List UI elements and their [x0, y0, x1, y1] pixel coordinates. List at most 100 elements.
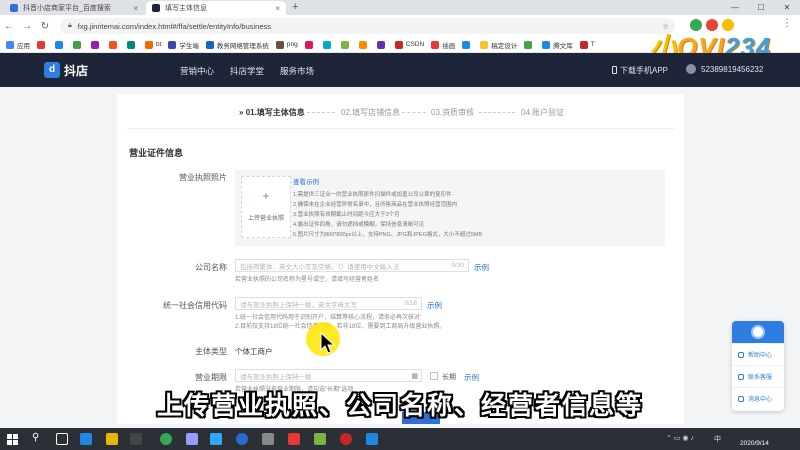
- bookmark-item[interactable]: [462, 40, 473, 49]
- nav-marketing-center[interactable]: 营销中心: [180, 65, 214, 77]
- premiere-icon[interactable]: [186, 433, 198, 445]
- company-name-hint: 若营业执照的公司名称为星号或空，请填写经营者姓名: [235, 277, 380, 283]
- bookmark-item[interactable]: [322, 40, 334, 49]
- calendar-icon[interactable]: ▦: [411, 372, 418, 380]
- help-icon: [738, 351, 744, 358]
- photoshop-icon[interactable]: [210, 433, 222, 445]
- license-tip: 3.营业执照有效期截止时间距今应大于3个月: [293, 212, 400, 218]
- clock-date[interactable]: 2020/9/14: [740, 440, 769, 447]
- char-counter: 0/30: [451, 262, 464, 269]
- tab-title: 填写主体信息: [165, 5, 207, 12]
- bookmark-favicon-icon: [480, 40, 489, 49]
- bookmark-item[interactable]: [55, 40, 66, 49]
- bookmark-favicon-icon: [127, 40, 135, 49]
- view-example-link[interactable]: 查看示例: [293, 178, 482, 188]
- section-title: 营业证件信息: [129, 148, 184, 158]
- user-account[interactable]: 52389819456232: [686, 64, 763, 74]
- contact-support-button[interactable]: 联系客服: [732, 365, 784, 387]
- browser-tab-entity-info[interactable]: 填写主体信息 ×: [146, 1, 286, 15]
- reload-icon[interactable]: ↻: [36, 21, 54, 32]
- bookmark-item[interactable]: 应用: [6, 40, 30, 50]
- bookmark-item[interactable]: 腾文库: [542, 40, 573, 50]
- bookmark-item[interactable]: 学生端: [168, 40, 199, 50]
- address-bar[interactable]: 🔒︎ fxg.jinritemai.com/index.html#/ffa/se…: [60, 18, 675, 34]
- credit-hint-line: 1.统一社会信用代码用于识别开户，结算等核心流程，请务必再次核对;: [235, 315, 422, 321]
- bookmark-item[interactable]: CSDN: [394, 40, 425, 49]
- maximize-icon[interactable]: ☐: [748, 0, 774, 15]
- close-tab-icon[interactable]: ×: [275, 4, 280, 13]
- bookmark-favicon-icon: [6, 40, 14, 49]
- bookmark-item[interactable]: [304, 40, 316, 49]
- minimize-icon[interactable]: —: [722, 0, 748, 15]
- file-explorer-icon[interactable]: [106, 433, 118, 445]
- forward-arrow-icon[interactable]: →: [18, 21, 36, 32]
- bookmark-item[interactable]: [37, 40, 48, 49]
- term-example-link[interactable]: 示例: [464, 372, 479, 383]
- credit-code-input[interactable]: 请与营业执照上保持一致，英文字母大写 0/18: [235, 297, 422, 310]
- bookmark-item[interactable]: 教务网络管理系统: [205, 40, 269, 50]
- bookmark-item[interactable]: [73, 40, 84, 49]
- app-icon[interactable]: [130, 433, 142, 445]
- bookmark-favicon-icon: [37, 40, 45, 49]
- ie-icon[interactable]: [80, 433, 92, 445]
- windows-start-icon[interactable]: [7, 434, 18, 445]
- new-tab-button[interactable]: +: [292, 1, 298, 13]
- download-app-link[interactable]: 下载手机APP: [612, 65, 668, 76]
- company-name-input[interactable]: 包括简繁体、英文大小写及空格、（）请使用中文输入法 0/30: [235, 259, 469, 272]
- app-icon[interactable]: [366, 433, 378, 445]
- bookmark-favicon-icon: [145, 40, 153, 49]
- step-3: 03.资质审核: [431, 108, 475, 117]
- close-window-icon[interactable]: ✕: [774, 0, 800, 15]
- credit-example-link[interactable]: 示例: [427, 300, 442, 311]
- close-tab-icon[interactable]: ×: [133, 4, 138, 13]
- long-term-checkbox[interactable]: [430, 372, 438, 380]
- bookmark-item[interactable]: [524, 40, 535, 49]
- app-icon[interactable]: [236, 433, 248, 445]
- license-requirements: 查看示例 1.需提供三证合一的营业执照原件扫描件或加盖公司公章的复印件 2.确保…: [293, 178, 482, 240]
- app-icon[interactable]: [288, 433, 300, 445]
- bookmark-item[interactable]: [109, 40, 120, 49]
- entity-info-form-card: » 01.填写主体信息 02.填写店铺信息 03.资质审核 04.账户验证 营业…: [117, 94, 684, 424]
- app-icon[interactable]: [262, 433, 274, 445]
- bookmark-favicon-icon: [376, 40, 385, 49]
- bookmark-item[interactable]: 插画: [431, 40, 455, 50]
- chrome-icon[interactable]: [160, 433, 172, 445]
- step-active-icon: »: [239, 108, 244, 117]
- bookmark-favicon-icon: [394, 40, 403, 49]
- license-upload-area: + 上传营业执照 查看示例 1.需提供三证合一的营业执照原件扫描件或加盖公司公章…: [235, 170, 665, 246]
- nav-service-market[interactable]: 服务市场: [280, 65, 314, 77]
- bookmark-item[interactable]: T: [579, 40, 595, 49]
- input-language[interactable]: 中: [714, 434, 721, 444]
- bookmark-label: CSDN: [405, 41, 425, 48]
- bookmark-item[interactable]: [340, 40, 352, 49]
- bookmark-item[interactable]: png: [275, 40, 298, 49]
- bookmark-item[interactable]: [127, 40, 138, 49]
- help-center-button[interactable]: 帮助中心: [732, 343, 784, 365]
- bookmark-item[interactable]: [91, 40, 102, 49]
- business-term-date-input[interactable]: 请与营业执照上保持一致 ▦: [235, 369, 422, 382]
- browser-tab-baidu[interactable]: 抖音小店商家平台_百度搜索 ×: [4, 1, 144, 15]
- task-view-icon[interactable]: [56, 433, 68, 445]
- license-tip: 5.图片尺寸为800*800px以上，支持PNG、JPG和JPEG格式，大小不超…: [293, 232, 483, 238]
- upload-license-button[interactable]: + 上传营业执照: [241, 176, 291, 238]
- bookmark-item[interactable]: [376, 40, 388, 49]
- bookmark-item[interactable]: [358, 40, 370, 49]
- back-arrow-icon[interactable]: ←: [0, 21, 18, 32]
- doudian-logo-icon[interactable]: d: [44, 62, 60, 78]
- company-example-link[interactable]: 示例: [474, 262, 489, 273]
- bookmark-item[interactable]: 稿定设计: [480, 40, 517, 50]
- recorder-icon[interactable]: [340, 433, 352, 445]
- bookmark-label: 应用: [17, 42, 30, 50]
- logo-text[interactable]: 抖店: [64, 62, 88, 79]
- url-text: fxg.jinritemai.com/index.html#/ffa/settl…: [77, 21, 272, 31]
- company-name-placeholder: 包括简繁体、英文大小写及空格、（）请使用中文输入法: [240, 263, 400, 271]
- tray-icons[interactable]: ⌃ ▭ ◉ ♪: [666, 434, 694, 442]
- divider: [127, 128, 674, 129]
- browser-menu-icon[interactable]: ⋮: [782, 18, 792, 29]
- nav-doudian-school[interactable]: 抖店学堂: [230, 65, 264, 77]
- bookmark-item[interactable]: bt: [145, 40, 161, 49]
- app-icon[interactable]: [314, 433, 326, 445]
- upload-license-label: 上传营业执照: [247, 216, 284, 222]
- bookmark-favicon-icon: [524, 40, 533, 49]
- search-icon[interactable]: ⚲: [32, 432, 39, 443]
